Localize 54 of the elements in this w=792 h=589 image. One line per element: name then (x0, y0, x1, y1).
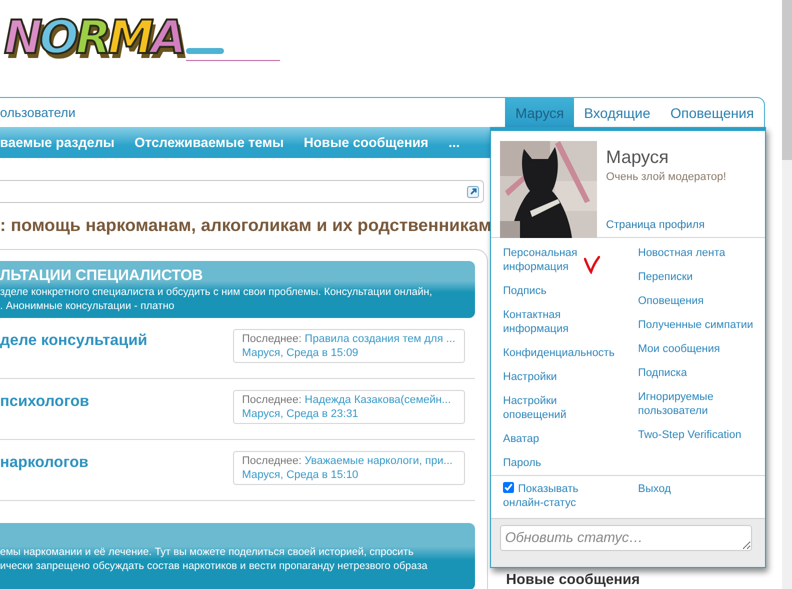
menu-link[interactable]: Игнорируемые пользователи (638, 390, 763, 418)
online-status-checkbox[interactable]: Показывать онлайн-статус (503, 482, 638, 518)
menu-link[interactable]: Настройки (503, 370, 557, 384)
menu-link[interactable]: Мои сообщения (638, 342, 763, 356)
thread-link[interactable]: Правила создания тем для ... (304, 333, 456, 345)
menu-link[interactable]: Подпись (503, 284, 547, 298)
menu-link[interactable]: Конфиденциальность (503, 346, 615, 360)
last-post-label: Последнее: (242, 333, 302, 345)
user-tab[interactable]: Оповещения (660, 98, 764, 127)
user-tab[interactable]: Маруся (505, 98, 574, 127)
tick-mark-icon (584, 256, 600, 274)
category-title[interactable]: ЛЬТАЦИИ СПЕЦИАЛИСТОВ (0, 267, 469, 285)
menu-link[interactable]: Полученные симпатии (638, 318, 763, 332)
nav-tab[interactable]: Отслеживаемые темы (134, 135, 284, 150)
user-title: Очень злой модератор! (606, 171, 726, 183)
user-name: Маруся (606, 147, 670, 168)
nav-tab[interactable]: ... (448, 135, 460, 150)
last-post-label: Последнее: (242, 394, 302, 406)
sidebar-heading: Новые сообщения (506, 572, 746, 589)
menu-link[interactable]: Переписки (638, 270, 763, 284)
status-field[interactable]: Обновить статус… (500, 525, 752, 551)
scrollbar-thumb[interactable] (782, 0, 792, 160)
category-description: . Анонимные консультации - платно (0, 299, 176, 313)
forum-title[interactable]: наркологов (0, 454, 88, 472)
last-post-meta: Маруся, Среда в 15:10 (242, 468, 360, 482)
page-title: : помощь наркоманам, алкоголикам и их родственникам (0, 215, 488, 237)
menu-link[interactable]: Новостная лента (638, 246, 763, 260)
menu-link[interactable]: Аватар (503, 432, 540, 446)
last-post-meta: Маруся, Среда в 15:09 (242, 346, 360, 360)
profile-link[interactable]: Страница профиля (606, 219, 726, 231)
category-description: емы наркомании и её лечение. Тут вы можете поделиться своей историей, спросить (0, 545, 415, 559)
checkbox[interactable] (503, 482, 514, 493)
last-post-label: Последнее: (242, 455, 302, 467)
nav-link[interactable]: ользователи (0, 105, 76, 120)
popup-icon[interactable] (467, 186, 479, 198)
forum-title[interactable]: деле консультаций (0, 332, 148, 350)
menu-link[interactable]: Контактная информация (503, 308, 615, 336)
menu-link[interactable]: Пароль (503, 456, 542, 470)
thread-link[interactable]: Надежда Казакова(семейн... (304, 394, 451, 406)
site-logo[interactable]: NORMA (4, 14, 184, 60)
menu-link[interactable]: Подписка (638, 366, 763, 380)
menu-link[interactable]: Оповещения (638, 294, 763, 308)
last-post-meta: Маруся, Среда в 23:31 (242, 407, 360, 421)
menu-link[interactable]: Настройки оповещений (503, 394, 615, 422)
user-tab[interactable]: Входящие (574, 98, 660, 127)
menu-link[interactable]: Two-Step Verification (638, 428, 763, 442)
category-description: зделе конкретного специалиста и обсудить с ним свои проблемы. Консультации онлайн, (0, 285, 434, 299)
logout-link[interactable]: Выход (638, 482, 671, 518)
category-description: ически запрещено обсуждать состав наркотиков и вести пропаганду нетрезвого образа (0, 559, 428, 573)
nav-tab[interactable]: ваемые разделы (0, 135, 115, 150)
menu-link[interactable]: Персональная информация (503, 246, 615, 274)
forum-title[interactable]: психологов (0, 393, 90, 411)
thread-link[interactable]: Уважаемые наркологи, при... (304, 455, 453, 467)
nav-tab[interactable]: Новые сообщения (304, 135, 428, 150)
